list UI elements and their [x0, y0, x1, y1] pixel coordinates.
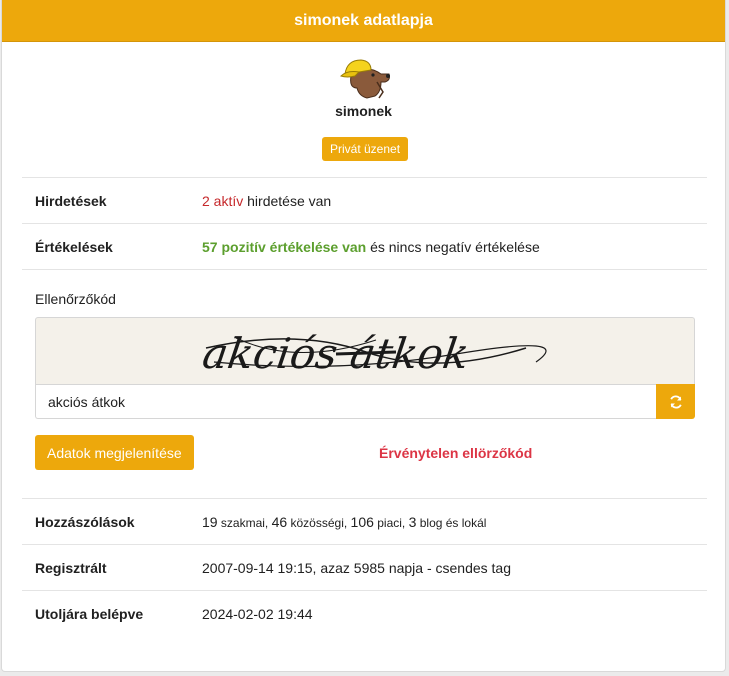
ratings-row: Értékelések 57 pozitív értékelése van és…: [22, 223, 707, 269]
refresh-icon: [669, 395, 682, 408]
last-login-row: Utoljára belépve 2024-02-02 19:44: [22, 590, 707, 636]
comments-professional-count: 19: [202, 513, 218, 530]
comments-label: Hozzászólások: [35, 513, 135, 530]
captcha-label: Ellenőrzőkód: [35, 291, 116, 307]
comments-market-count: 106: [350, 513, 374, 530]
ratings-label: Értékelések: [35, 238, 113, 255]
private-message-button[interactable]: Privát üzenet: [322, 137, 409, 161]
comments-row: Hozzászólások 19 szakmai, 46 közösségi, …: [22, 498, 707, 544]
comments-community-count: 46: [271, 513, 288, 530]
captcha-refresh-button[interactable]: [656, 384, 695, 419]
page-header: simonek adatlapja: [2, 0, 725, 42]
dog-with-cap-icon: [340, 59, 390, 99]
comments-blog-text: blog és lokál: [416, 515, 487, 530]
comments-community-text: közösségi,: [287, 515, 351, 530]
show-data-button[interactable]: Adatok megjelenítése: [35, 435, 194, 470]
ratings-rest-text: és nincs negatív értékelése: [366, 238, 540, 255]
ads-value: 2 aktív hirdetése van: [202, 193, 707, 209]
registered-label: Regisztrált: [35, 559, 107, 576]
positive-ratings-link[interactable]: 57 pozitív értékelése van: [202, 239, 366, 255]
comments-value: 19 szakmai, 46 közösségi, 106 piaci, 3 b…: [202, 514, 707, 530]
captcha-error-message: Érvénytelen ellörzőkód: [379, 445, 533, 461]
divider: [22, 269, 707, 270]
comments-market-text: piaci,: [373, 515, 409, 530]
comments-professional-text: szakmai,: [217, 515, 272, 530]
registered-value: 2007-09-14 19:15, azaz 5985 napja - csen…: [202, 559, 512, 576]
page-title: simonek adatlapja: [294, 11, 433, 29]
captcha-image: akciós átkok: [35, 317, 695, 384]
last-login-label: Utoljára belépve: [35, 605, 144, 622]
ads-rest-text: hirdetése van: [243, 192, 332, 209]
captcha-text: akciós átkok: [200, 329, 472, 378]
registered-row: Regisztrált 2007-09-14 19:15, azaz 5985 …: [22, 544, 707, 590]
username: simonek: [335, 103, 392, 119]
active-ads-link[interactable]: 2 aktív: [202, 193, 243, 209]
captcha-graphic: akciós átkok: [200, 329, 547, 378]
last-login-value: 2024-02-02 19:44: [202, 605, 313, 622]
ads-row: Hirdetések 2 aktív hirdetése van: [22, 177, 707, 223]
ads-label: Hirdetések: [35, 192, 107, 209]
profile-card: simonek adatlapja simonek Privát üzenet …: [1, 0, 726, 672]
ratings-value: 57 pozitív értékelése van és nincs negat…: [202, 239, 707, 255]
captcha-input[interactable]: [35, 384, 656, 419]
